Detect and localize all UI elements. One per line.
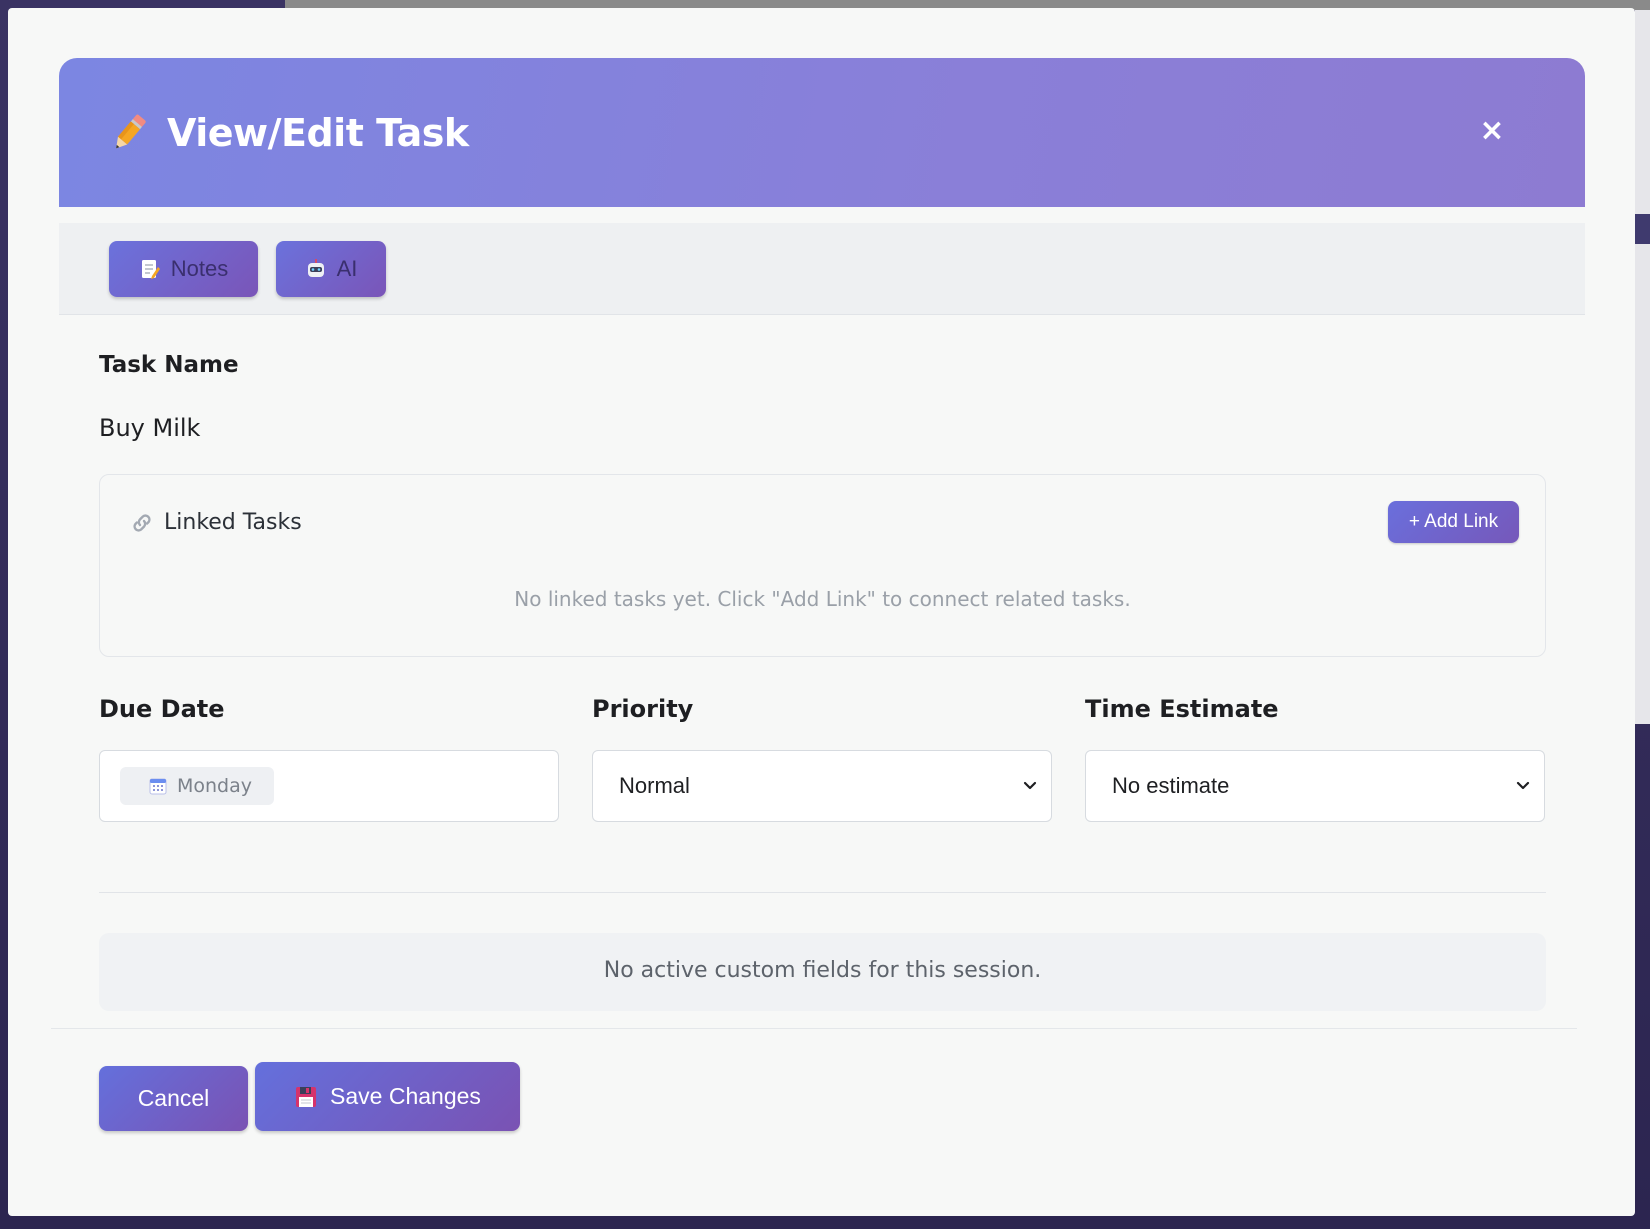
ai-button[interactable]: AI: [276, 241, 386, 297]
due-date-value: Monday: [177, 775, 253, 797]
notes-button-label: Notes: [170, 256, 229, 281]
chevron-down-icon: [1019, 775, 1041, 797]
floppy-disk-icon: [294, 1085, 318, 1109]
chevron-down-icon: [1512, 775, 1534, 797]
close-button[interactable]: ×: [1477, 116, 1507, 146]
close-icon: ×: [1479, 113, 1505, 148]
footer-divider: [51, 1028, 1577, 1029]
modal-header: View/Edit Task ×: [59, 58, 1585, 207]
section-divider: [99, 892, 1546, 893]
custom-fields-panel: No active custom fields for this session…: [99, 933, 1546, 1011]
pencil-icon: [109, 111, 149, 155]
linked-tasks-empty-message: No linked tasks yet. Click "Add Link" to…: [514, 587, 1131, 611]
task-name-value[interactable]: Buy Milk: [99, 414, 200, 442]
add-link-button[interactable]: + Add Link: [1388, 501, 1519, 543]
modal-toolbar: Notes AI: [59, 223, 1585, 315]
cancel-button[interactable]: Cancel: [99, 1066, 248, 1131]
link-icon: [130, 511, 154, 535]
linked-tasks-panel: Linked Tasks + Add Link No linked tasks …: [99, 474, 1546, 657]
ai-button-label: AI: [336, 256, 358, 281]
priority-select[interactable]: Normal: [592, 750, 1052, 822]
time-estimate-select[interactable]: No estimate: [1085, 750, 1545, 822]
time-estimate-value: No estimate: [1112, 773, 1230, 798]
linked-tasks-title: Linked Tasks: [164, 510, 302, 535]
save-changes-label: Save Changes: [330, 1083, 481, 1109]
backdrop-panel: [1635, 10, 1650, 724]
due-date-label: Due Date: [99, 695, 225, 723]
priority-value: Normal: [619, 773, 690, 798]
custom-fields-empty-message: No active custom fields for this session…: [603, 958, 1042, 983]
modal-title: View/Edit Task: [167, 110, 469, 155]
due-date-chip[interactable]: Monday: [120, 767, 274, 805]
time-estimate-label: Time Estimate: [1085, 695, 1279, 723]
priority-label: Priority: [592, 695, 694, 723]
task-name-label: Task Name: [99, 352, 239, 378]
save-changes-button[interactable]: Save Changes: [255, 1062, 520, 1131]
linked-tasks-header: Linked Tasks: [130, 510, 302, 535]
backdrop-panel-band: [1635, 214, 1650, 244]
robot-icon: [305, 258, 327, 280]
calendar-icon: [148, 776, 168, 796]
memo-icon: [139, 258, 161, 280]
notes-button[interactable]: Notes: [109, 241, 258, 297]
due-date-field[interactable]: Monday: [99, 750, 559, 822]
